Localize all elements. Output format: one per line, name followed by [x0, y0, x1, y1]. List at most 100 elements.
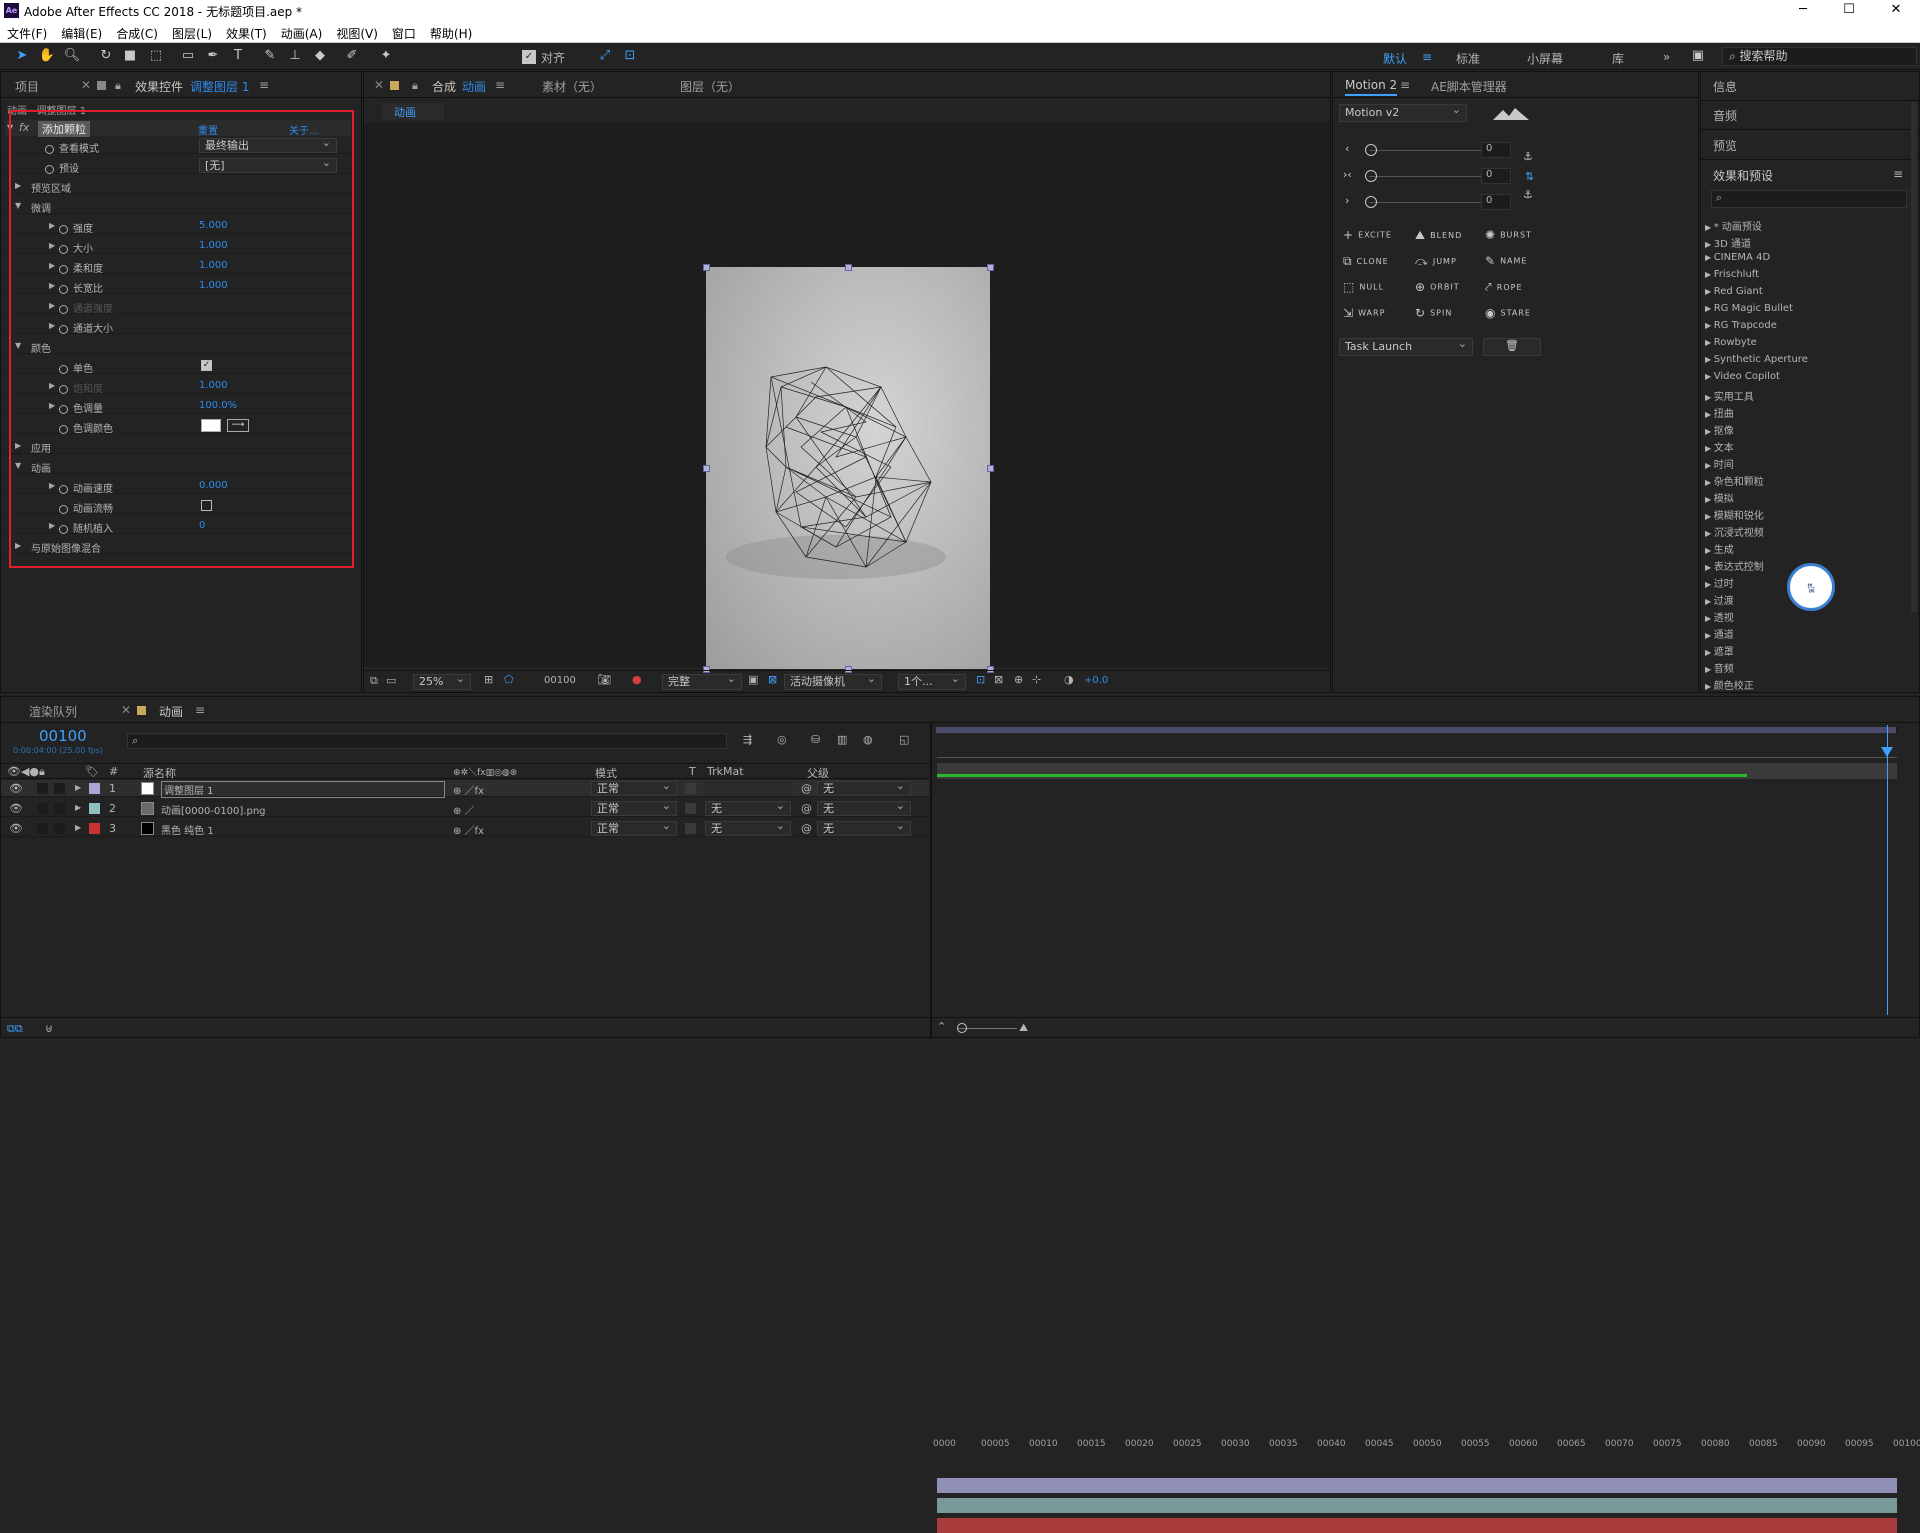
task-launch-dropdown[interactable]: Task Launch	[1339, 336, 1473, 356]
fx-toggle-icon[interactable]: fx	[19, 121, 29, 134]
brush-tool-icon[interactable]: ✎	[260, 47, 280, 65]
mode-header[interactable]: 模式	[595, 765, 617, 781]
clone-stamp-tool-icon[interactable]: ⊥	[285, 47, 305, 65]
hide-shy-layers-icon[interactable]: ⛁	[811, 733, 820, 746]
stopwatch-icon[interactable]	[59, 224, 68, 234]
expand-triangle-icon[interactable]: ▶	[15, 181, 21, 190]
link-icon[interactable]: ⇅	[1525, 170, 1534, 183]
expand-triangle-icon[interactable]: ▶	[49, 321, 55, 330]
slider-track[interactable]	[1369, 202, 1499, 203]
layer-row[interactable]: 👁︎ ▶ 3 黑色 纯色 1 ⊕ ／fx 正常 无 @ 无	[1, 819, 929, 837]
visibility-eye-icon[interactable]: 👁︎	[9, 802, 23, 815]
property-checkbox[interactable]: ✓	[201, 360, 212, 371]
color-swatch[interactable]	[201, 419, 221, 432]
slider-knob[interactable]	[1365, 170, 1377, 182]
layer-switches-icon[interactable]: ⊕ ／fx	[453, 782, 484, 797]
expand-triangle-icon[interactable]: ▶	[49, 281, 55, 290]
viewer-timecode[interactable]: 00100	[544, 675, 576, 686]
label-color-swatch[interactable]	[89, 783, 100, 794]
tab-close-icon[interactable]: ✕	[81, 78, 91, 92]
trkmat-dropdown[interactable]: 无	[705, 819, 791, 836]
transform-handle[interactable]	[703, 465, 710, 472]
effect-name[interactable]: 添加颗粒	[38, 121, 90, 137]
playhead-handle[interactable]	[1881, 747, 1893, 757]
parent-dropdown[interactable]: 无	[817, 799, 911, 816]
stopwatch-icon[interactable]	[45, 164, 54, 174]
panel-menu-icon[interactable]: ≡	[195, 703, 205, 717]
stopwatch-icon[interactable]	[59, 364, 68, 374]
tab-project[interactable]: 项目	[15, 78, 39, 95]
work-area-bar[interactable]	[936, 727, 1898, 733]
expand-triangle-icon[interactable]: ▶	[75, 803, 81, 812]
draft-3d-icon[interactable]: ◎	[777, 733, 787, 746]
mask-visibility-icon[interactable]: ⬠	[504, 673, 514, 686]
resolution-dropdown[interactable]: 完整	[662, 672, 742, 690]
label-color-swatch[interactable]	[89, 803, 100, 814]
effect-property-row[interactable]: ▼ 微调	[5, 198, 351, 215]
expand-triangle-icon[interactable]: ▶	[1705, 597, 1714, 606]
expand-triangle-icon[interactable]: ▶	[1705, 580, 1714, 589]
tab-ae-script-manager[interactable]: AE脚本管理器	[1431, 78, 1507, 95]
expand-triangle-icon[interactable]: ▶	[1705, 495, 1714, 504]
stopwatch-icon[interactable]	[59, 284, 68, 294]
layer-switches-icon[interactable]: ⊕ ／fx	[453, 822, 484, 837]
burst-button[interactable]: ✺ BURST	[1485, 228, 1532, 242]
puppet-tool-icon[interactable]: ✦	[376, 47, 396, 65]
graph-editor-icon[interactable]: ◱	[899, 733, 909, 746]
expand-triangle-icon[interactable]: ▶	[49, 381, 55, 390]
property-value[interactable]: 1.000	[199, 380, 228, 391]
expand-triangle-icon[interactable]: ▶	[1705, 304, 1714, 313]
effects-category-item[interactable]: ▶ 过渡	[1705, 592, 1734, 607]
effect-property-row[interactable]: ▶ 应用	[5, 438, 351, 455]
effect-about-link[interactable]: 关于...	[289, 122, 319, 137]
stopwatch-icon[interactable]	[59, 244, 68, 254]
expand-triangle-icon[interactable]: ▶	[1705, 631, 1714, 640]
effect-property-row[interactable]: ▶ 饱和度 1.000	[5, 378, 351, 395]
expand-triangle-icon[interactable]: ▶	[1705, 563, 1714, 572]
pick-whip-icon[interactable]: @	[801, 802, 812, 815]
panel-menu-icon[interactable]: ≡	[259, 78, 269, 92]
property-value[interactable]: 1.000	[199, 240, 228, 251]
zoom-in-icon[interactable]: ⛰	[1019, 1021, 1028, 1035]
tab-effect-controls[interactable]: 效果控件	[135, 78, 183, 95]
effect-property-row[interactable]: 动画流畅	[5, 498, 351, 515]
tab-composition[interactable]: 动画	[462, 78, 486, 95]
rope-button[interactable]: ⤤ ROPE	[1485, 280, 1523, 295]
expand-triangle-icon[interactable]: ▶	[15, 541, 21, 550]
layer-switches-icon[interactable]: ⊕ ／	[453, 802, 475, 817]
transparency-grid-icon[interactable]: ⊠	[768, 673, 777, 686]
effects-category-item[interactable]: ▶ 抠像	[1705, 422, 1734, 437]
text-tool-icon[interactable]: T	[228, 47, 248, 65]
blend-mode-dropdown[interactable]: 正常	[591, 799, 677, 816]
lock-icon[interactable]: 🔒︎	[412, 79, 418, 93]
snap-icon[interactable]: ⤢	[595, 47, 615, 65]
menu-composition[interactable]: 合成(C)	[109, 22, 165, 42]
scrollbar[interactable]	[1911, 102, 1917, 612]
tab-effect-controls-layer[interactable]: 调整图层 1	[190, 78, 249, 95]
layer-duration-bar[interactable]	[937, 1498, 1897, 1513]
effect-property-row[interactable]: ▶ 通道强度	[5, 298, 351, 315]
blend-mode-dropdown[interactable]: 正常	[591, 779, 677, 796]
effects-category-item[interactable]: ▶ Video Copilot	[1705, 371, 1780, 382]
anchor-down-icon[interactable]: ⚓︎	[1523, 188, 1533, 201]
stopwatch-icon[interactable]	[45, 144, 54, 154]
stare-button[interactable]: ◉ STARE	[1485, 306, 1531, 320]
effect-header-row[interactable]: ▼ fx 添加颗粒 重置 关于...	[5, 120, 351, 137]
audio-panel-header[interactable]: 音频	[1713, 107, 1737, 124]
slider-value-input[interactable]: 0	[1481, 142, 1511, 158]
search-help-input[interactable]: ⌕ 搜索帮助	[1722, 47, 1917, 66]
eyedropper-icon[interactable]: ⟶	[227, 419, 249, 432]
motion-blur-icon[interactable]: ◍	[863, 733, 873, 746]
property-value[interactable]: 0	[199, 520, 205, 531]
flowchart-icon[interactable]: ⊹	[1032, 673, 1041, 686]
expand-triangle-icon[interactable]: ▶	[75, 823, 81, 832]
expand-triangle-icon[interactable]: ▶	[1705, 270, 1714, 279]
expand-triangle-icon[interactable]: ▶	[49, 221, 55, 230]
pick-whip-icon[interactable]: @	[801, 782, 812, 795]
delete-trash-icon[interactable]: 🗑︎	[1483, 338, 1541, 356]
tab-motion2[interactable]: Motion 2	[1345, 78, 1398, 96]
preserve-transparency-box[interactable]	[685, 783, 696, 794]
expand-triangle-icon[interactable]: ▶	[49, 261, 55, 270]
eraser-tool-icon[interactable]: ◆	[310, 47, 330, 65]
views-dropdown[interactable]: 1个...	[898, 672, 966, 690]
